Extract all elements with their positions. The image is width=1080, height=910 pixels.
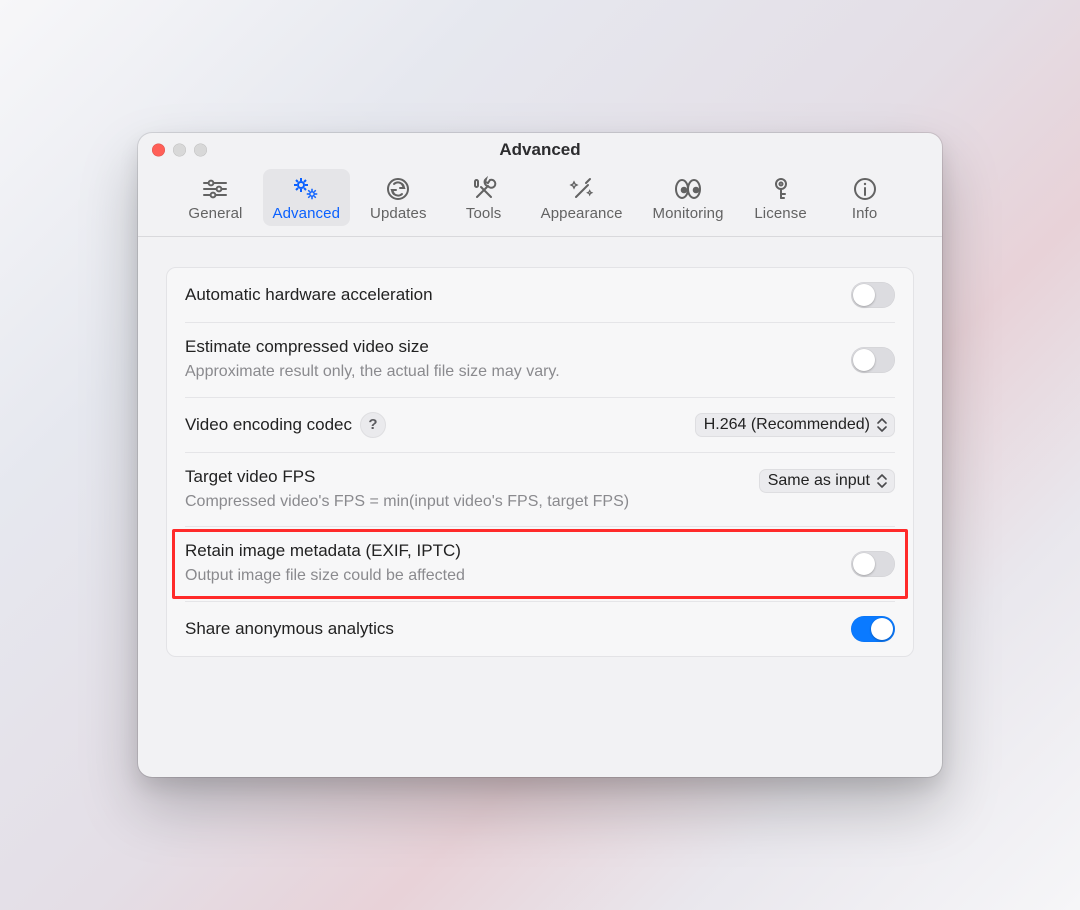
tab-label: License bbox=[754, 205, 806, 222]
toggle-knob bbox=[853, 553, 875, 575]
tab-label: Tools bbox=[466, 205, 502, 222]
setting-hw-accel: Automatic hardware acceleration bbox=[185, 268, 895, 323]
tab-label: General bbox=[188, 205, 242, 222]
tab-label: Info bbox=[852, 205, 877, 222]
codec-select[interactable]: H.264 (Recommended) bbox=[695, 413, 895, 437]
chevrons-updown-icon bbox=[876, 473, 890, 489]
content: Automatic hardware acceleration Estimate… bbox=[138, 237, 942, 777]
setting-fps: Target video FPS Compressed video's FPS … bbox=[185, 453, 895, 528]
setting-title: Video encoding codec bbox=[185, 415, 352, 435]
hw-accel-toggle[interactable] bbox=[851, 282, 895, 308]
setting-analytics: Share anonymous analytics bbox=[185, 602, 895, 656]
setting-description: Compressed video's FPS = min(input video… bbox=[185, 491, 743, 513]
window-title: Advanced bbox=[499, 140, 580, 160]
minimize-window-button[interactable] bbox=[173, 144, 186, 157]
tab-label: Updates bbox=[370, 205, 427, 222]
toggle-knob bbox=[853, 284, 875, 306]
help-icon[interactable]: ? bbox=[360, 412, 386, 438]
refresh-icon bbox=[383, 175, 413, 203]
info-icon bbox=[850, 175, 880, 203]
setting-estimate-size: Estimate compressed video size Approxima… bbox=[185, 323, 895, 398]
key-icon bbox=[766, 175, 796, 203]
estimate-size-toggle[interactable] bbox=[851, 347, 895, 373]
close-window-button[interactable] bbox=[152, 144, 165, 157]
toggle-knob bbox=[871, 618, 893, 640]
tab-general[interactable]: General bbox=[178, 169, 252, 226]
gears-icon bbox=[290, 175, 322, 203]
tab-tools[interactable]: Tools bbox=[447, 169, 521, 226]
setting-title: Estimate compressed video size bbox=[185, 337, 835, 357]
preferences-toolbar: General Advanced bbox=[138, 167, 942, 237]
chevrons-updown-icon bbox=[876, 417, 890, 433]
select-value: H.264 (Recommended) bbox=[704, 416, 870, 434]
wand-icon bbox=[567, 175, 597, 203]
setting-title: Target video FPS bbox=[185, 467, 315, 487]
settings-panel: Automatic hardware acceleration Estimate… bbox=[166, 267, 914, 657]
tab-label: Appearance bbox=[541, 205, 623, 222]
setting-description: Output image file size could be affected bbox=[185, 565, 835, 587]
tab-label: Advanced bbox=[273, 205, 341, 222]
traffic-lights bbox=[152, 144, 207, 157]
setting-codec: Video encoding codec ? H.264 (Recommende… bbox=[185, 398, 895, 453]
tab-license[interactable]: License bbox=[744, 169, 818, 226]
tab-label: Monitoring bbox=[653, 205, 724, 222]
toggle-knob bbox=[853, 349, 875, 371]
titlebar: Advanced bbox=[138, 133, 942, 167]
select-value: Same as input bbox=[768, 472, 870, 490]
eyes-icon bbox=[671, 175, 705, 203]
setting-description: Approximate result only, the actual file… bbox=[185, 361, 835, 383]
setting-title: Automatic hardware acceleration bbox=[185, 285, 835, 305]
tab-info[interactable]: Info bbox=[828, 169, 902, 226]
tools-icon bbox=[469, 175, 499, 203]
zoom-window-button[interactable] bbox=[194, 144, 207, 157]
tab-advanced[interactable]: Advanced bbox=[263, 169, 351, 226]
tab-monitoring[interactable]: Monitoring bbox=[643, 169, 734, 226]
setting-title: Retain image metadata (EXIF, IPTC) bbox=[185, 541, 835, 561]
analytics-toggle[interactable] bbox=[851, 616, 895, 642]
retain-metadata-toggle[interactable] bbox=[851, 551, 895, 577]
sliders-icon bbox=[200, 175, 230, 203]
preferences-window: Advanced General bbox=[138, 133, 942, 777]
setting-title: Share anonymous analytics bbox=[185, 619, 835, 639]
fps-select[interactable]: Same as input bbox=[759, 469, 895, 493]
tab-updates[interactable]: Updates bbox=[360, 169, 437, 226]
tab-appearance[interactable]: Appearance bbox=[531, 169, 633, 226]
setting-retain-metadata: Retain image metadata (EXIF, IPTC) Outpu… bbox=[185, 527, 895, 602]
